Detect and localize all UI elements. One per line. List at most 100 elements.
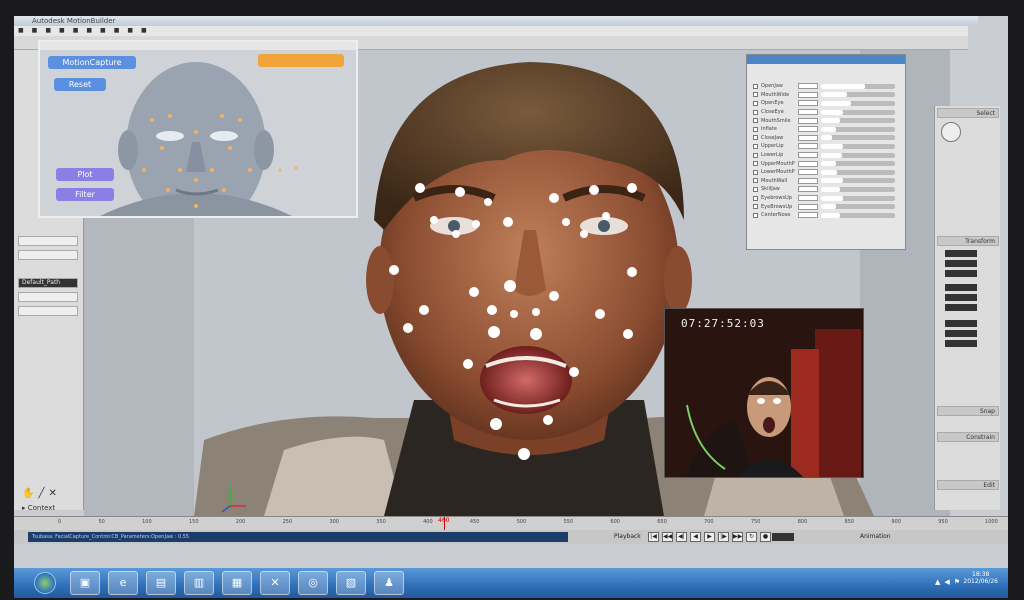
loop-icon[interactable]: ↻ xyxy=(746,532,757,542)
property-value-field[interactable] xyxy=(798,169,818,176)
transform-field[interactable] xyxy=(945,320,977,327)
property-slider[interactable] xyxy=(821,195,895,201)
property-slider[interactable] xyxy=(821,83,895,89)
property-slider[interactable] xyxy=(821,212,895,218)
motionbuilder-icon[interactable]: ◎ xyxy=(298,571,328,595)
property-checkbox[interactable] xyxy=(753,83,758,89)
property-checkbox[interactable] xyxy=(753,195,758,201)
hand-icon[interactable]: ✋ xyxy=(22,488,34,499)
left-panel-item[interactable] xyxy=(18,306,78,316)
property-slider[interactable] xyxy=(821,161,895,167)
ie-icon[interactable]: e xyxy=(108,571,138,595)
property-slider[interactable] xyxy=(821,92,895,98)
left-panel-item[interactable] xyxy=(18,292,78,302)
play-reverse-icon[interactable]: ◀ xyxy=(690,532,701,542)
filter-button[interactable]: Filter xyxy=(56,188,114,201)
tool-icon[interactable]: ✕ xyxy=(48,488,56,499)
menu-item[interactable]: ■ xyxy=(114,26,120,36)
property-checkbox[interactable] xyxy=(753,135,758,141)
property-value-field[interactable] xyxy=(798,203,818,210)
orange-mode-button[interactable] xyxy=(258,54,344,67)
property-value-field[interactable] xyxy=(798,160,818,167)
property-value-field[interactable] xyxy=(798,134,818,141)
folder-icon[interactable]: ▥ xyxy=(184,571,214,595)
select-section-header[interactable]: Select xyxy=(937,108,999,118)
record-icon[interactable]: ● xyxy=(760,532,771,542)
property-checkbox[interactable] xyxy=(753,161,758,167)
property-slider[interactable] xyxy=(821,126,895,132)
property-checkbox[interactable] xyxy=(753,109,758,115)
taskbar-app-icon[interactable]: ▣ xyxy=(70,571,100,595)
property-slider[interactable] xyxy=(821,204,895,210)
menu-item[interactable]: ■ xyxy=(73,26,79,36)
motion-capture-button[interactable]: MotionCapture xyxy=(48,56,136,69)
property-value-field[interactable] xyxy=(798,91,818,98)
plot-button[interactable]: Plot xyxy=(56,168,114,181)
transform-field[interactable] xyxy=(945,270,977,277)
property-value-field[interactable] xyxy=(798,109,818,116)
property-value-field[interactable] xyxy=(798,117,818,124)
property-value-field[interactable] xyxy=(798,83,818,90)
property-checkbox[interactable] xyxy=(753,212,758,218)
transform-field[interactable] xyxy=(945,330,977,337)
menu-item[interactable]: ■ xyxy=(100,26,106,36)
play-icon[interactable]: ▶ xyxy=(704,532,715,542)
left-panel-item[interactable] xyxy=(18,250,78,260)
property-slider[interactable] xyxy=(821,178,895,184)
left-panel-item[interactable] xyxy=(18,236,78,246)
property-checkbox[interactable] xyxy=(753,152,758,158)
goto-start-icon[interactable]: |◀ xyxy=(648,532,659,542)
edit-section-header[interactable]: Edit xyxy=(937,480,999,490)
property-slider[interactable] xyxy=(821,135,895,141)
transform-field[interactable] xyxy=(945,340,977,347)
game-icon[interactable]: ♟ xyxy=(374,571,404,595)
property-value-field[interactable] xyxy=(798,212,818,219)
timeline[interactable]: 0 50 100 150 200 250 300 350 400 450 500 550 600 650 7… xyxy=(14,516,1008,531)
menu-item[interactable]: ■ xyxy=(86,26,92,36)
menu-item[interactable]: ■ xyxy=(32,26,38,36)
transform-field[interactable] xyxy=(945,284,977,291)
property-value-field[interactable] xyxy=(798,100,818,107)
property-value-field[interactable] xyxy=(798,143,818,150)
transform-field[interactable] xyxy=(945,260,977,267)
property-checkbox[interactable] xyxy=(753,169,758,175)
menu-item[interactable]: ■ xyxy=(127,26,133,36)
next-key-icon[interactable]: ▶▶ xyxy=(732,532,743,542)
property-checkbox[interactable] xyxy=(753,92,758,98)
property-checkbox[interactable] xyxy=(753,100,758,106)
notes-icon[interactable]: ▧ xyxy=(336,571,366,595)
constrain-section-header[interactable]: Constrain xyxy=(937,432,999,442)
frame-field[interactable] xyxy=(772,533,794,541)
property-checkbox[interactable] xyxy=(753,126,758,132)
property-slider[interactable] xyxy=(821,100,895,106)
property-value-field[interactable] xyxy=(798,195,818,202)
property-value-field[interactable] xyxy=(798,177,818,184)
taskbar-clock[interactable]: 18:38 2012/06/26 xyxy=(963,571,998,585)
menu-item[interactable]: ■ xyxy=(45,26,51,36)
property-checkbox[interactable] xyxy=(753,118,758,124)
transform-section-header[interactable]: Transform xyxy=(937,236,999,246)
start-button[interactable] xyxy=(34,572,56,594)
property-value-field[interactable] xyxy=(798,152,818,159)
reset-button[interactable]: Reset xyxy=(54,78,106,91)
excel-icon[interactable]: ✕ xyxy=(260,571,290,595)
explorer-icon[interactable]: ▤ xyxy=(146,571,176,595)
property-slider[interactable] xyxy=(821,169,895,175)
transform-field[interactable] xyxy=(945,294,977,301)
snap-section-header[interactable]: Snap xyxy=(937,406,999,416)
menu-item[interactable]: ■ xyxy=(59,26,65,36)
flag-icon[interactable]: ⚑ xyxy=(954,578,960,586)
select-icon[interactable] xyxy=(941,122,961,142)
default-path-item[interactable]: Default_Path xyxy=(18,278,78,288)
media-icon[interactable]: ▦ xyxy=(222,571,252,595)
volume-icon[interactable]: ◀ xyxy=(944,578,949,586)
property-slider[interactable] xyxy=(821,143,895,149)
transform-field[interactable] xyxy=(945,304,977,311)
transform-field[interactable] xyxy=(945,250,977,257)
property-checkbox[interactable] xyxy=(753,186,758,192)
brush-icon[interactable]: ╱ xyxy=(38,488,44,499)
property-slider[interactable] xyxy=(821,186,895,192)
property-value-field[interactable] xyxy=(798,126,818,133)
property-value-field[interactable] xyxy=(798,186,818,193)
prev-key-icon[interactable]: ◀◀ xyxy=(662,532,673,542)
